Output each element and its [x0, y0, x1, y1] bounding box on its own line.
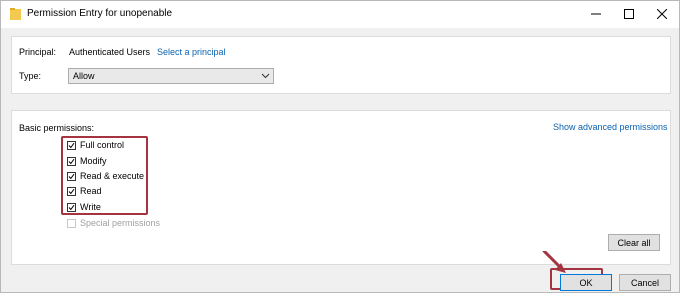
checkmark-icon: [68, 188, 75, 194]
close-button[interactable]: [645, 1, 679, 27]
permission-read[interactable]: Read: [67, 184, 102, 198]
permissions-panel: Basic permissions: Show advanced permiss…: [11, 110, 671, 265]
modify-label: Modify: [80, 156, 107, 166]
permission-special: Special permissions: [67, 216, 160, 230]
checkmark-icon: [68, 142, 75, 148]
checkmark-icon: [68, 173, 75, 179]
read-label: Read: [80, 186, 102, 196]
permission-write[interactable]: Write: [67, 200, 101, 214]
checkmark-icon: [68, 158, 75, 164]
clear-all-button[interactable]: Clear all: [608, 234, 660, 251]
annotation-arrow-icon: [542, 251, 566, 273]
principal-panel: Principal: Authenticated Users Select a …: [11, 36, 671, 94]
write-checkbox[interactable]: [67, 202, 76, 212]
close-icon: [657, 9, 667, 19]
modify-checkbox[interactable]: [67, 156, 76, 166]
permission-read-execute[interactable]: Read & execute: [67, 169, 144, 183]
checkmark-icon: [68, 204, 75, 210]
principal-label: Principal:: [19, 47, 57, 57]
maximize-icon: [624, 9, 634, 19]
select-principal-link[interactable]: Select a principal: [157, 47, 226, 57]
window-title: Permission Entry for unopenable: [27, 8, 173, 19]
show-advanced-permissions-link[interactable]: Show advanced permissions: [553, 122, 668, 132]
full-control-label: Full control: [80, 140, 125, 150]
permission-entry-window: Permission Entry for unopenable Principa…: [0, 0, 680, 293]
permission-modify[interactable]: Modify: [67, 154, 107, 168]
chevron-down-icon: [261, 73, 270, 79]
permission-full-control[interactable]: Full control: [67, 138, 124, 152]
principal-value: Authenticated Users: [69, 47, 151, 57]
title-bar[interactable]: Permission Entry for unopenable: [1, 1, 679, 28]
type-select-value: Allow: [73, 71, 95, 81]
minimize-button[interactable]: [579, 1, 613, 27]
special-permissions-checkbox: [67, 218, 76, 228]
basic-permissions-heading: Basic permissions:: [19, 123, 95, 133]
special-permissions-label: Special permissions: [80, 218, 161, 228]
type-label: Type:: [19, 71, 42, 81]
read-execute-label: Read & execute: [80, 171, 145, 181]
minimize-icon: [591, 13, 601, 15]
folder-icon: [10, 8, 21, 20]
maximize-button[interactable]: [612, 1, 646, 27]
write-label: Write: [80, 202, 101, 212]
read-execute-checkbox[interactable]: [67, 171, 76, 181]
type-select[interactable]: Allow: [68, 68, 274, 84]
cancel-button[interactable]: Cancel: [619, 274, 671, 291]
full-control-checkbox[interactable]: [67, 140, 76, 150]
read-checkbox[interactable]: [67, 186, 76, 196]
